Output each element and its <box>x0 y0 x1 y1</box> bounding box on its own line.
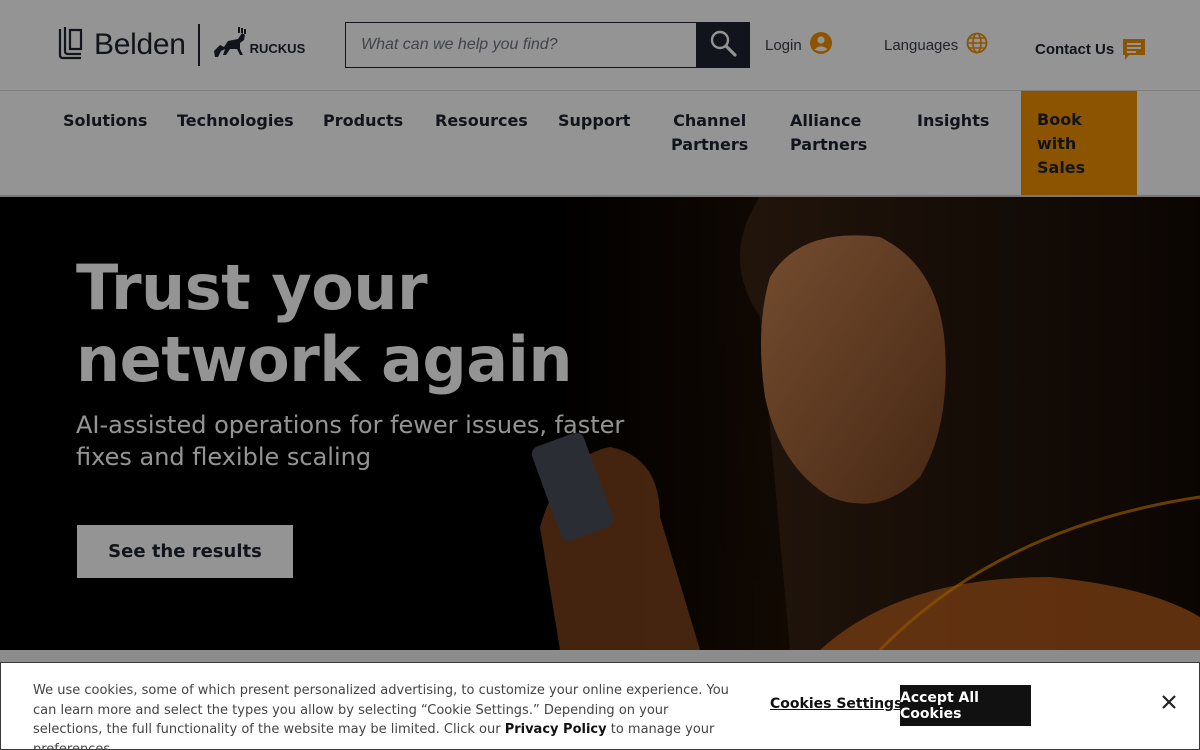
belden-wordmark: Belden <box>94 28 186 61</box>
nav-item-channel-partners-line2: Partners <box>671 135 749 154</box>
nav-item-support[interactable]: Support <box>558 109 630 133</box>
search-input[interactable] <box>346 23 696 67</box>
nav-item-insights[interactable]: Insights <box>917 109 989 133</box>
section-spacer <box>0 650 1200 662</box>
search-button[interactable] <box>696 23 749 67</box>
site-header: Belden RUCKUS Login <box>0 0 1200 91</box>
nav-item-channel-partners-line1: Channel <box>673 111 747 130</box>
contact-us-label: Contact Us <box>1035 40 1115 58</box>
contact-us-link[interactable]: Contact Us <box>1035 32 1146 66</box>
close-icon <box>1162 694 1176 714</box>
book-with-sales-button[interactable]: Book with Sales <box>1021 91 1137 195</box>
nav-item-channel-partners[interactable]: Channel Partners <box>671 109 748 157</box>
cookie-close-button[interactable] <box>1158 693 1180 715</box>
user-circle-icon <box>809 32 832 58</box>
see-results-button[interactable]: See the results <box>77 525 293 578</box>
login-label: Login <box>765 36 802 54</box>
cookies-settings-button[interactable]: Cookies Settings <box>770 696 902 712</box>
hero-subtitle: AI-assisted operations for fewer issues,… <box>76 411 625 471</box>
hero-title: Trust your network again <box>76 251 573 396</box>
nav-item-alliance-partners[interactable]: Alliance Partners <box>790 109 867 157</box>
book-line1: Book <box>1037 110 1082 129</box>
site-search <box>345 22 750 68</box>
nav-item-resources[interactable]: Resources <box>435 109 528 133</box>
hero-banner: Trust your network again AI-assisted ope… <box>0 197 1200 650</box>
nav-item-solutions[interactable]: Solutions <box>63 109 147 133</box>
languages-label: Languages <box>884 36 959 54</box>
book-line2: with <box>1037 134 1077 153</box>
ruckus-dog-icon <box>212 26 248 64</box>
nav-item-technologies[interactable]: Technologies <box>177 109 294 133</box>
hero-title-line1: Trust your <box>76 251 428 324</box>
login-link[interactable]: Login <box>765 32 832 58</box>
logo-divider <box>197 24 200 66</box>
book-line3: Sales <box>1037 158 1086 177</box>
nav-item-alliance-partners-line1: Alliance <box>790 111 862 130</box>
nav-item-alliance-partners-line2: Partners <box>790 135 868 154</box>
accept-all-cookies-button[interactable]: Accept All Cookies <box>900 685 1031 726</box>
main-nav: Solutions Technologies Products Resource… <box>0 91 1200 197</box>
cookie-message: We use cookies, some of which present pe… <box>33 681 733 750</box>
search-icon <box>709 29 737 62</box>
globe-icon <box>966 32 988 58</box>
belden-logo-icon <box>57 25 85 66</box>
nav-item-products[interactable]: Products <box>323 109 403 133</box>
cookie-banner: We use cookies, some of which present pe… <box>0 662 1200 750</box>
hero-title-line2: network again <box>76 323 573 396</box>
languages-selector[interactable]: Languages <box>884 32 988 58</box>
ruckus-wordmark: RUCKUS <box>249 40 306 56</box>
brand-logo[interactable]: Belden RUCKUS <box>57 24 305 66</box>
privacy-policy-link[interactable]: Privacy Policy <box>505 722 607 737</box>
chat-icon <box>1122 32 1146 66</box>
